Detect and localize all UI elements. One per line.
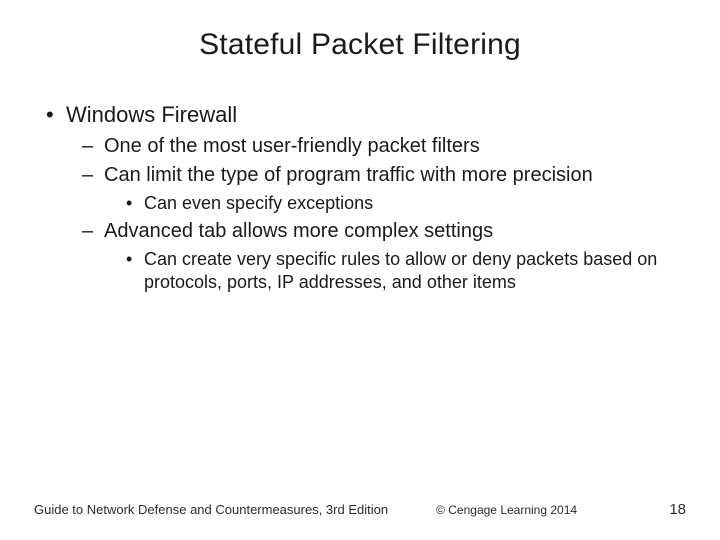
bullet-text: One of the most user-friendly packet fil… (104, 135, 480, 157)
bullet-list-level1: Windows Firewall One of the most user-fr… (42, 102, 686, 294)
bullet-list-level3: Can create very specific rules to allow … (126, 248, 686, 294)
bullet-list-level3: Can even specify exceptions (126, 192, 686, 215)
list-item: Can create very specific rules to allow … (126, 248, 686, 294)
bullet-text: Advanced tab allows more complex setting… (104, 220, 493, 242)
slide-footer: Guide to Network Defense and Countermeas… (0, 501, 720, 518)
list-item: Advanced tab allows more complex setting… (82, 219, 686, 294)
list-item: Can even specify exceptions (126, 192, 686, 215)
bullet-text: Can even specify exceptions (144, 193, 373, 213)
list-item: One of the most user-friendly packet fil… (82, 134, 686, 159)
slide-title: Stateful Packet Filtering (34, 28, 686, 62)
footer-copyright: © Cengage Learning 2014 (436, 503, 577, 517)
bullet-list-level2: One of the most user-friendly packet fil… (82, 134, 686, 294)
slide: Stateful Packet Filtering Windows Firewa… (0, 0, 720, 540)
list-item: Can limit the type of program traffic wi… (82, 163, 686, 215)
footer-source: Guide to Network Defense and Countermeas… (34, 502, 388, 517)
list-item: Windows Firewall One of the most user-fr… (42, 102, 686, 294)
bullet-text: Can create very specific rules to allow … (144, 249, 657, 292)
bullet-text: Windows Firewall (66, 102, 237, 127)
bullet-text: Can limit the type of program traffic wi… (104, 164, 593, 186)
footer-page-number: 18 (669, 501, 686, 518)
